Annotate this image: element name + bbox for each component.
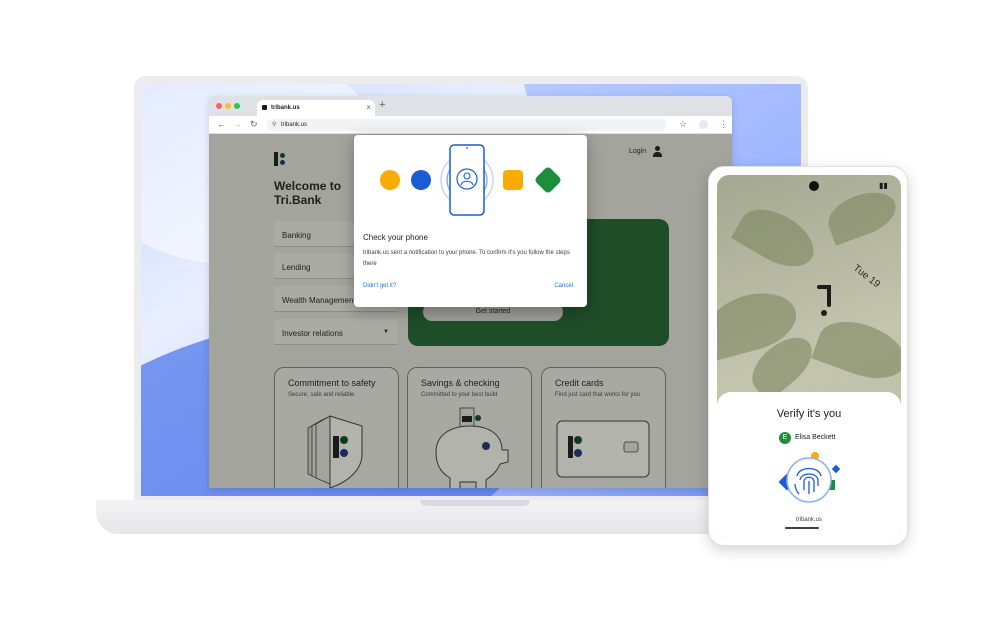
- profile-avatar-icon[interactable]: [699, 120, 708, 129]
- avatar: E: [779, 432, 791, 444]
- phone-site-label: tribank.us: [795, 517, 822, 523]
- phone-connect-illustration: [380, 144, 561, 216]
- person-icon[interactable]: [652, 146, 662, 157]
- lockscreen-date: Tue 19: [850, 262, 882, 291]
- card-subtitle: Find just card that works for you: [555, 392, 641, 398]
- favicon-icon: [262, 105, 267, 110]
- fingerprint-icon[interactable]: [775, 450, 843, 508]
- tab-strip: tribank.us × +: [209, 96, 732, 116]
- card-subtitle: Secure, safe and reliable: [288, 392, 355, 398]
- welcome-heading: Welcome to Tri.Bank: [274, 179, 342, 207]
- chevron-down-icon: ▼: [383, 329, 389, 335]
- browser-toolbar: ← → ↻ ⚲ tribank.us ☆ ⋮: [209, 116, 732, 134]
- browser-tab[interactable]: tribank.us ×: [257, 100, 375, 116]
- dialog-title: Check your phone: [363, 233, 428, 242]
- home-indicator[interactable]: [785, 527, 819, 529]
- more-menu-icon[interactable]: ⋮: [719, 119, 728, 130]
- card-commitment-to-safety[interactable]: Commitment to safety Secure, safe and re…: [274, 367, 399, 488]
- card-savings-checking[interactable]: Savings & checking Committed to your bes…: [407, 367, 532, 488]
- card-title: Commitment to safety: [288, 378, 376, 388]
- bookmark-star-icon[interactable]: ☆: [679, 119, 687, 130]
- back-arrow-icon[interactable]: ←: [217, 119, 226, 129]
- piggy-bank-icon: [435, 407, 509, 488]
- phone-screen: ▮▮ Tue 19 Verify it's you E Elisa Becket…: [717, 175, 901, 539]
- clock-hands-icon: [817, 285, 831, 316]
- verify-sheet: Verify it's you E Elisa Beckett tribank.…: [717, 392, 901, 539]
- cancel-button[interactable]: Cancel: [554, 283, 573, 289]
- shield-icon: [307, 415, 363, 488]
- card-title: Savings & checking: [421, 378, 500, 388]
- check-phone-dialog: Check your phone tribank.us sent a notif…: [354, 135, 587, 307]
- verify-title: Verify it's you: [776, 408, 842, 420]
- laptop-notch: [420, 500, 530, 506]
- credit-card-icon: [556, 420, 650, 478]
- maximize-window-button[interactable]: [234, 103, 240, 109]
- minimize-window-button[interactable]: [225, 103, 231, 109]
- card-subtitle: Committed to your best build: [421, 392, 498, 398]
- tab-title: tribank.us: [271, 105, 300, 111]
- status-bar-icons: ▮▮: [879, 181, 888, 190]
- reload-icon[interactable]: ↻: [250, 119, 258, 130]
- new-tab-button[interactable]: +: [379, 99, 385, 111]
- address-bar[interactable]: ⚲ tribank.us: [267, 119, 667, 131]
- card-credit-cards[interactable]: Credit cards Find just card that works f…: [541, 367, 666, 488]
- close-window-button[interactable]: [216, 103, 222, 109]
- login-link[interactable]: Login: [629, 148, 646, 155]
- front-camera: [809, 181, 819, 191]
- tribank-logo: [274, 152, 286, 166]
- card-title: Credit cards: [555, 378, 604, 388]
- phone-device: ▮▮ Tue 19 Verify it's you E Elisa Becket…: [708, 166, 908, 546]
- lock-icon: ⚲: [272, 122, 277, 128]
- close-tab-icon[interactable]: ×: [366, 103, 371, 112]
- url-text: tribank.us: [281, 122, 308, 128]
- user-name: Elisa Beckett: [795, 434, 836, 441]
- nav-item-investor-relations[interactable]: Investor relations ▼: [274, 319, 397, 345]
- didnt-get-it-link[interactable]: Didn't get it?: [363, 283, 396, 289]
- dialog-body: tribank.us sent a notification to your p…: [363, 250, 570, 267]
- forward-arrow-icon[interactable]: →: [233, 119, 242, 129]
